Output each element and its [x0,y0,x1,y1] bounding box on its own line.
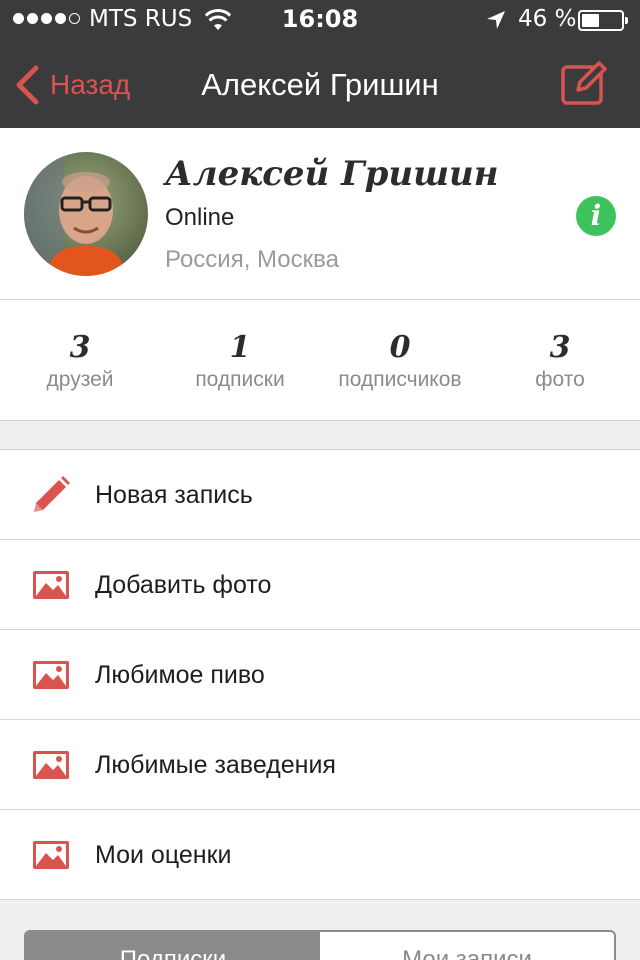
image-icon [33,571,69,599]
menu-item-label: Любимое пиво [95,661,265,689]
image-icon [33,661,69,689]
segmented-control: Подписки Мои записи [24,930,616,960]
top-bar: MTS RUS 16:08 46 % Назад Алексей Гришин [0,0,640,128]
stat-value: 3 [69,330,91,365]
stat-label: подписчиков [338,368,462,391]
stat-friends[interactable]: 3 друзей [0,328,160,392]
stat-subscribers[interactable]: 0 подписчиков [320,328,480,392]
menu-item-label: Добавить фото [95,571,272,599]
menu-item-favorite-beer[interactable]: Любимое пиво [0,630,640,720]
action-menu: Новая запись Добавить фото Любимое пиво [0,449,640,900]
tab-my-posts[interactable]: Мои записи [320,932,614,960]
location-arrow-icon [487,11,505,29]
profile-location: Россия, Москва [165,246,339,273]
profile-header: Алексей Гришин Online Россия, Москва i [0,128,640,300]
screen: MTS RUS 16:08 46 % Назад Алексей Гришин [0,0,640,960]
tab-subscriptions[interactable]: Подписки [26,932,320,960]
image-icon [33,751,69,779]
menu-item-label: Любимые заведения [95,751,336,779]
image-icon [33,841,69,869]
compose-icon[interactable] [560,60,608,106]
menu-item-my-ratings[interactable]: Мои оценки [0,810,640,900]
status-bar: MTS RUS 16:08 46 % [0,0,640,40]
menu-item-add-photo[interactable]: Добавить фото [0,540,640,630]
avatar[interactable] [24,152,148,276]
menu-item-label: Новая запись [95,481,253,509]
stat-value: 0 [389,330,411,365]
stat-photos[interactable]: 3 фото [480,328,640,392]
menu-item-new-post[interactable]: Новая запись [0,450,640,540]
info-icon[interactable]: i [576,196,616,236]
stat-label: подписки [195,368,285,391]
stat-subscriptions[interactable]: 1 подписки [160,328,320,392]
battery-percent: 46 % [518,6,577,32]
menu-item-favorite-places[interactable]: Любимые заведения [0,720,640,810]
menu-item-label: Мои оценки [95,841,232,869]
online-status: Online [165,204,235,231]
stats-bar: 3 друзей 1 подписки 0 подписчиков 3 фото [0,300,640,421]
pencil-icon [34,476,70,512]
stat-label: фото [535,368,585,391]
profile-name: Алексей Гришин [165,154,499,194]
stat-value: 1 [229,330,251,365]
stat-value: 3 [549,330,571,365]
page-title: Алексей Гришин [201,67,439,102]
battery-icon [578,10,628,31]
stat-label: друзей [46,368,114,391]
